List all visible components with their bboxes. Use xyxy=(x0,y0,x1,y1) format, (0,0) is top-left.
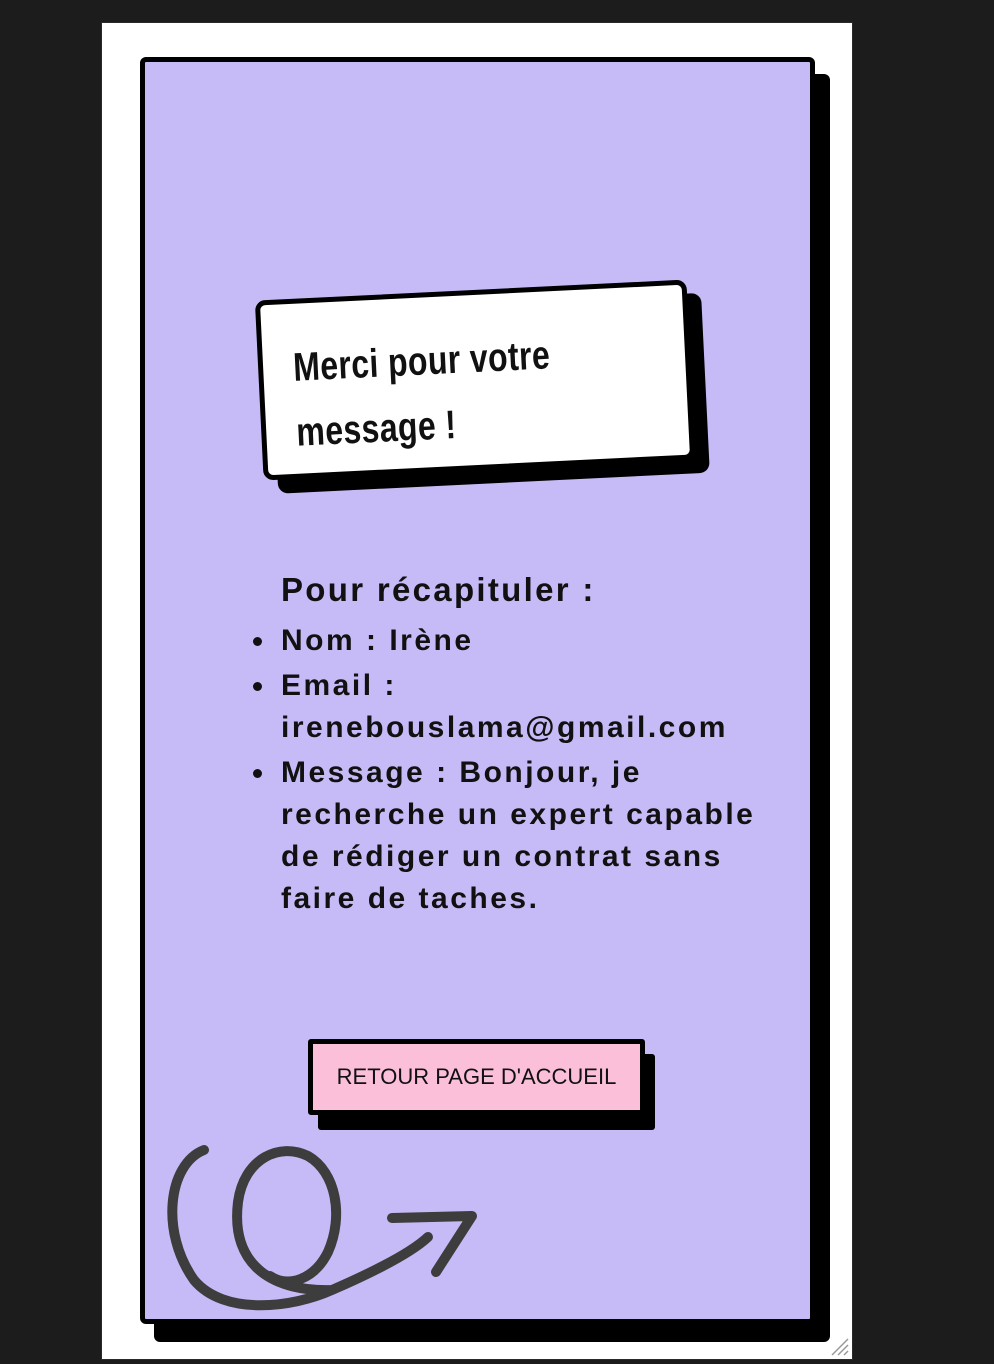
bullet-icon xyxy=(253,769,262,778)
squiggle-arrow-icon xyxy=(167,1145,477,1311)
recap-list: Nom : Irène Email : irenebouslama@gmail.… xyxy=(250,620,770,920)
recap-item-email: Email : irenebouslama@gmail.com xyxy=(253,665,770,749)
home-button[interactable]: RETOUR PAGE D'ACCUEIL xyxy=(308,1039,645,1115)
recap-item-text: Nom : Irène xyxy=(281,624,474,657)
title-box: Merci pour votre message ! xyxy=(254,279,696,481)
bullet-icon xyxy=(253,637,262,646)
title-banner: Merci pour votre message ! xyxy=(254,279,710,494)
recap-item-text: Email : irenebouslama@gmail.com xyxy=(281,669,728,744)
recap-section: Pour récapituler : Nom : Irène Email : i… xyxy=(250,566,770,923)
recap-item-text: Message : Bonjour, je recherche un exper… xyxy=(281,756,756,915)
page-title: Merci pour votre message ! xyxy=(292,333,552,455)
recap-heading: Pour récapituler : xyxy=(281,571,596,608)
recap-item-name: Nom : Irène xyxy=(253,620,770,662)
bullet-icon xyxy=(253,682,262,691)
recap-item-message: Message : Bonjour, je recherche un exper… xyxy=(253,752,770,920)
